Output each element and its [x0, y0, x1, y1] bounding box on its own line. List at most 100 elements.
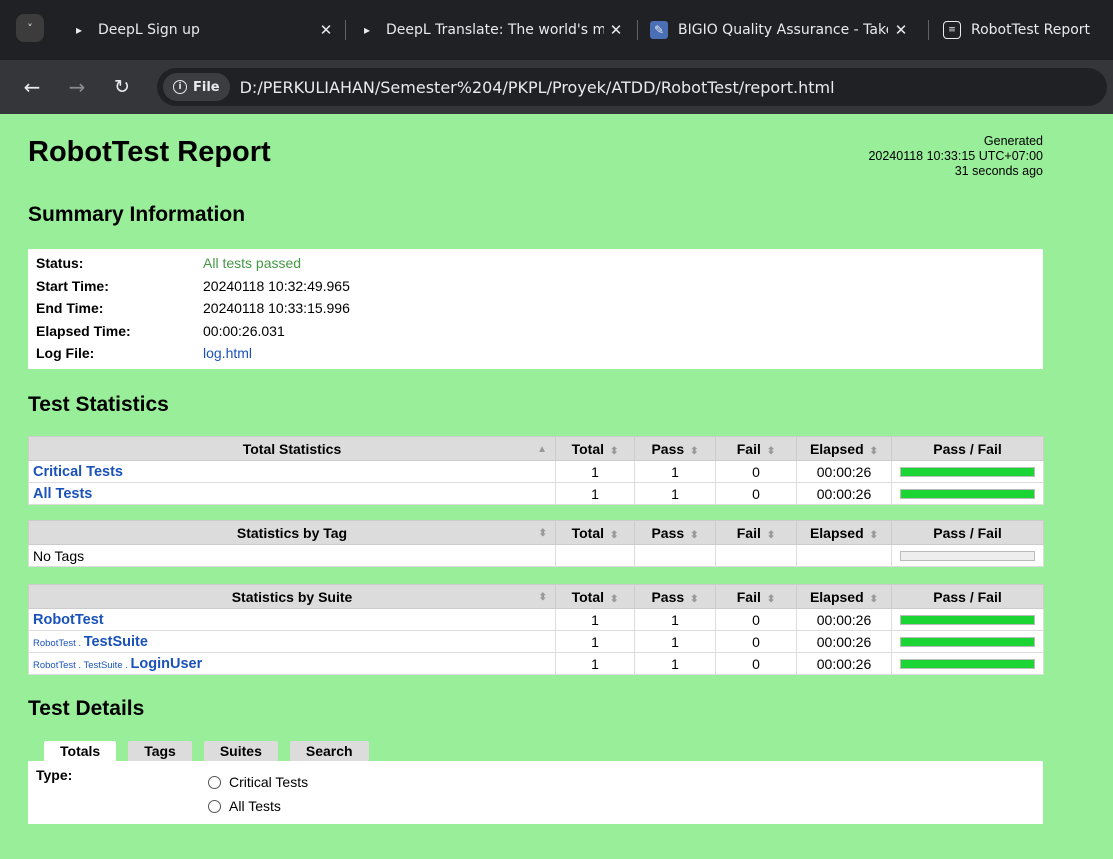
column-header-passfail: Pass / Fail	[891, 520, 1044, 545]
column-header-passfail: Pass / Fail	[891, 436, 1044, 461]
pass-fail-cell	[891, 608, 1044, 631]
suite-name-cell: RobotTest	[28, 608, 556, 631]
pass-cell: 1	[634, 652, 716, 675]
column-header-name[interactable]: Statistics by Suite ⬍	[28, 584, 556, 609]
tab-deepl-translate[interactable]: ▸ DeepL Translate: The world's mo ✕	[358, 12, 635, 48]
forward-arrow-icon[interactable]: →	[63, 73, 91, 101]
header-label: Fail	[736, 440, 761, 457]
tab-bigio-qa[interactable]: ✎ BIGIO Quality Assurance - Take ✕	[650, 12, 920, 48]
header-label: Fail	[736, 524, 761, 541]
radio-button[interactable]	[208, 799, 221, 813]
pass-cell: 1	[634, 460, 716, 483]
sort-icon: ⬍	[869, 529, 879, 541]
stat-name-link[interactable]: All Tests	[33, 486, 92, 502]
fail-cell: 0	[715, 608, 797, 631]
total-cell: 1	[555, 652, 635, 675]
info-icon: i	[173, 80, 187, 94]
column-header-total[interactable]: Total ⬍	[555, 584, 635, 609]
sort-icon: ⬍	[610, 529, 619, 541]
summary-table: Status: All tests passed Start Time: 202…	[36, 252, 350, 365]
pass-fail-cell	[891, 652, 1044, 675]
stat-name-link[interactable]: Critical Tests	[33, 464, 123, 480]
reload-icon[interactable]: ↻	[108, 73, 136, 101]
header-label: Pass / Fail	[933, 440, 1002, 457]
tab-totals[interactable]: Totals	[44, 741, 117, 761]
generated-time: 20240118 10:33:15 UTC+07:00	[868, 149, 1043, 163]
column-header-pass[interactable]: Pass ⬍	[634, 584, 716, 609]
summary-box: Status: All tests passed Start Time: 202…	[28, 249, 1043, 369]
suite-parent-path: RobotTest .	[33, 638, 84, 649]
table-row: All Tests 1 1 0 00:00:26	[28, 482, 1044, 505]
generated-ago: 31 seconds ago	[954, 164, 1043, 178]
pass-cell	[634, 544, 716, 567]
sort-icon: ⬍	[538, 592, 547, 603]
tab-deepl-sign-up[interactable]: ▸ DeepL Sign up ✕	[70, 12, 345, 48]
tab-robottest-report[interactable]: ≡ RobotTest Report	[943, 12, 1113, 48]
deepl-icon: ▸	[75, 23, 83, 37]
column-header-fail[interactable]: Fail ⬍	[715, 436, 797, 461]
column-header-elapsed[interactable]: Elapsed ⬍	[796, 520, 892, 545]
column-header-name[interactable]: Statistics by Tag ⬍	[28, 520, 556, 545]
option-critical-tests[interactable]: Critical Tests	[208, 774, 308, 790]
table-header-row: Total Statistics ▲︎ Total ⬍ Pass ⬍ Fail ⬍ El…	[28, 436, 1044, 461]
tab-tags[interactable]: Tags	[128, 741, 192, 761]
column-header-pass[interactable]: Pass ⬍	[634, 436, 716, 461]
sort-icon: ⬍	[610, 445, 619, 457]
site-info-chip[interactable]: i File	[163, 73, 230, 101]
column-header-fail[interactable]: Fail ⬍	[715, 520, 797, 545]
column-header-pass[interactable]: Pass ⬍	[634, 520, 716, 545]
header-label: Elapsed	[809, 440, 864, 457]
tab-suites[interactable]: Suites	[203, 741, 278, 761]
stat-name-cell: Critical Tests	[28, 460, 556, 483]
suite-name-link[interactable]: RobotTest	[33, 612, 104, 628]
suite-name-link[interactable]: TestSuite	[84, 634, 148, 650]
sort-icon: ⬍	[690, 593, 699, 605]
suite-name-link[interactable]: LoginUser	[131, 656, 203, 672]
pass-fail-bar	[900, 614, 1035, 625]
column-header-total[interactable]: Total ⬍	[555, 520, 635, 545]
suite-statistics-table: Statistics by Suite ⬍ Total ⬍ Pass ⬍ Fail ⬍ …	[28, 584, 1044, 675]
summary-row-elapsed: Elapsed Time: 00:00:26.031	[36, 320, 350, 343]
generated-label: Generated	[983, 134, 1043, 148]
column-header-name[interactable]: Total Statistics ▲︎	[28, 436, 556, 461]
column-header-passfail: Pass / Fail	[891, 584, 1044, 609]
pass-fail-bar	[900, 466, 1035, 477]
table-header-row: Statistics by Tag ⬍ Total ⬍ Pass ⬍ Fail ⬍ El…	[28, 520, 1044, 545]
radio-button[interactable]	[208, 775, 221, 789]
pass-fail-cell	[891, 482, 1044, 505]
column-header-elapsed[interactable]: Elapsed ⬍	[796, 436, 892, 461]
url-text[interactable]: D:/PERKULIAHAN/Semester%204/PKPL/Proyek/…	[240, 78, 835, 97]
table-row: RobotTest . TestSuite 1 1 0 00:00:26	[28, 630, 1044, 653]
log-file-link[interactable]: log.html	[203, 345, 252, 361]
start-time-value: 20240118 10:32:49.965	[203, 277, 350, 294]
pass-fail-cell	[891, 544, 1044, 567]
fail-cell: 0	[715, 482, 797, 505]
close-icon[interactable]: ✕	[317, 21, 335, 39]
type-label: Type:	[36, 767, 73, 783]
column-header-elapsed[interactable]: Elapsed ⬍	[796, 584, 892, 609]
option-all-tests[interactable]: All Tests	[208, 798, 281, 814]
tab-separator	[928, 20, 929, 40]
details-tabs: Totals Tags Suites Search	[44, 741, 381, 761]
tab-search[interactable]: Search	[289, 741, 369, 761]
details-box: Type: Critical Tests All Tests	[28, 761, 1043, 824]
sort-icon: ⬍	[610, 593, 619, 605]
tab-title: DeepL Translate: The world's mo	[386, 22, 604, 38]
address-bar[interactable]: i File D:/PERKULIAHAN/Semester%204/PKPL/…	[157, 68, 1107, 106]
pass-cell: 1	[634, 630, 716, 653]
pass-bar-fill	[901, 637, 1034, 646]
back-arrow-icon[interactable]: ←	[18, 73, 46, 101]
tab-search-chevron-icon[interactable]: ˅	[16, 14, 44, 42]
summary-row-end: End Time: 20240118 10:33:15.996	[36, 297, 350, 320]
column-header-fail[interactable]: Fail ⬍	[715, 584, 797, 609]
pass-fail-cell	[891, 460, 1044, 483]
robot-icon: ≡	[943, 21, 961, 39]
end-time-value: 20240118 10:33:15.996	[203, 300, 350, 317]
column-header-total[interactable]: Total ⬍	[555, 436, 635, 461]
total-cell: 1	[555, 482, 635, 505]
close-icon[interactable]: ✕	[892, 21, 910, 39]
elapsed-cell	[796, 544, 892, 567]
close-icon[interactable]: ✕	[607, 21, 625, 39]
pass-fail-bar	[900, 636, 1035, 647]
table-row: RobotTest 1 1 0 00:00:26	[28, 608, 1044, 631]
